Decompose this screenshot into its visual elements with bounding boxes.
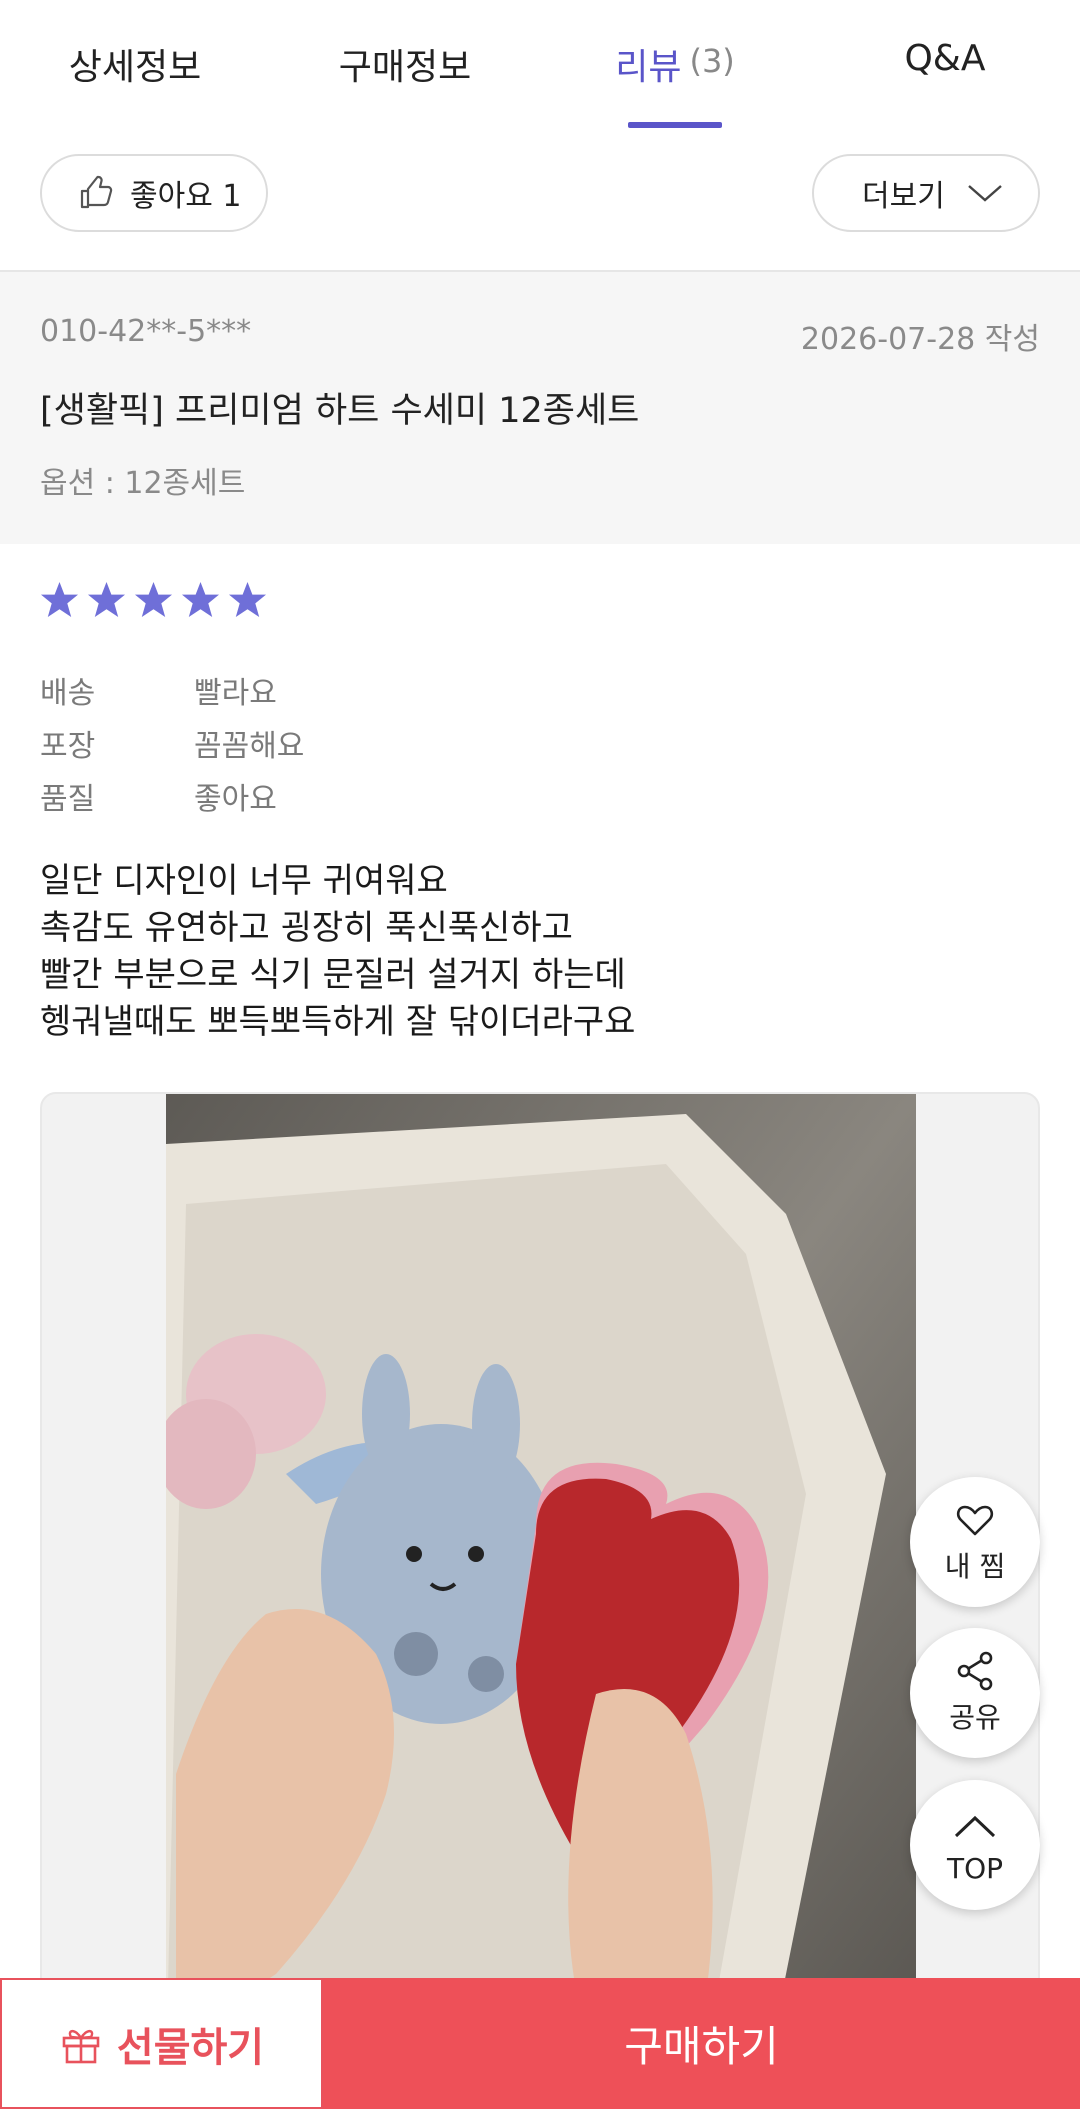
- star-icon: [228, 581, 267, 618]
- bottom-action-bar: 선물하기 구매하기: [0, 1978, 1080, 2109]
- star-icon: [40, 581, 79, 618]
- review-date: 2026-07-28 작성: [800, 322, 1040, 357]
- reviewer-id: 010-42**-5***: [40, 314, 252, 349]
- buy-button[interactable]: 구매하기: [323, 1978, 1080, 2109]
- tab-qna[interactable]: Q&A: [810, 0, 1080, 128]
- share-label: 공유: [949, 1701, 1001, 1734]
- share-icon: [957, 1651, 993, 1691]
- tab-reviews[interactable]: 리뷰 (3): [540, 0, 810, 128]
- tab-label: 상세정보: [68, 47, 202, 88]
- review-line: 일단 디자인이 너무 귀여워요: [40, 861, 448, 901]
- scroll-top-button[interactable]: TOP: [910, 1780, 1040, 1910]
- rating-label: 배송: [40, 676, 96, 711]
- tab-label: 구매정보: [338, 47, 472, 88]
- star-icon: [87, 581, 126, 618]
- like-label: 좋아요 1: [130, 179, 242, 214]
- product-name: [생활픽] 프리미엄 하트 수세미 12종세트: [40, 391, 640, 431]
- heart-icon: [956, 1505, 994, 1536]
- review-text: 일단 디자인이 너무 귀여워요 촉감도 유연하고 굉장히 푹신푹신하고 빨간 부…: [40, 858, 1040, 1046]
- chevron-down-icon: [968, 185, 1002, 202]
- tab-detail-info[interactable]: 상세정보: [0, 0, 270, 128]
- product-option: 옵션 : 12종세트: [40, 466, 246, 501]
- tab-bar: 상세정보 구매정보 리뷰 (3) Q&A: [0, 0, 1080, 128]
- star-icon: [181, 581, 220, 618]
- review-line: 빨간 부분으로 식기 문질러 설거지 하는데: [40, 955, 626, 995]
- tab-label: Q&A: [904, 38, 986, 79]
- rating-label: 품질: [40, 782, 96, 817]
- share-button[interactable]: 공유: [910, 1628, 1040, 1758]
- review-photo: [166, 1094, 916, 2109]
- tab-purchase-info[interactable]: 구매정보: [270, 0, 540, 128]
- wishlist-button[interactable]: 내 찜: [910, 1477, 1040, 1607]
- rating-row: 포장 꼼꼼해요: [40, 721, 304, 774]
- gift-icon: [62, 2029, 100, 2063]
- thumbs-up-icon: [80, 175, 113, 209]
- rating-row: 배송 빨라요: [40, 668, 304, 721]
- more-button[interactable]: 더보기: [812, 154, 1040, 232]
- tab-label: 리뷰: [615, 47, 682, 88]
- review-photo-container[interactable]: [40, 1092, 1040, 2109]
- review-header: 010-42**-5*** 2026-07-28 작성 [생활픽] 프리미엄 하…: [0, 272, 1080, 544]
- rating-label: 포장: [40, 729, 96, 764]
- review-count: (3): [689, 42, 735, 80]
- like-button[interactable]: 좋아요 1: [40, 154, 268, 232]
- rating-value: 좋아요: [194, 782, 277, 817]
- more-label: 더보기: [862, 179, 945, 214]
- star-icon: [134, 581, 173, 618]
- review-action-row: 좋아요 1 더보기: [0, 128, 1080, 272]
- rating-row: 품질 좋아요: [40, 774, 304, 827]
- review-line: 촉감도 유연하고 굉장히 푹신푹신하고: [40, 908, 573, 948]
- scroll-top-label: TOP: [946, 1851, 1004, 1885]
- rating-value: 빨라요: [194, 676, 277, 711]
- buy-label: 구매하기: [624, 2022, 779, 2071]
- gift-button[interactable]: 선물하기: [0, 1978, 323, 2109]
- rating-details: 배송 빨라요 포장 꼼꼼해요 품질 좋아요: [40, 668, 304, 827]
- wishlist-label: 내 찜: [944, 1550, 1006, 1583]
- rating-value: 꼼꼼해요: [194, 729, 305, 764]
- review-line: 헹궈낼때도 뽀득뽀득하게 잘 닦이더라구요: [40, 1002, 636, 1042]
- gift-label: 선물하기: [116, 2024, 265, 2071]
- chevron-up-icon: [954, 1815, 996, 1837]
- review-photo-illustration: [166, 1094, 916, 2109]
- star-rating: [40, 580, 267, 619]
